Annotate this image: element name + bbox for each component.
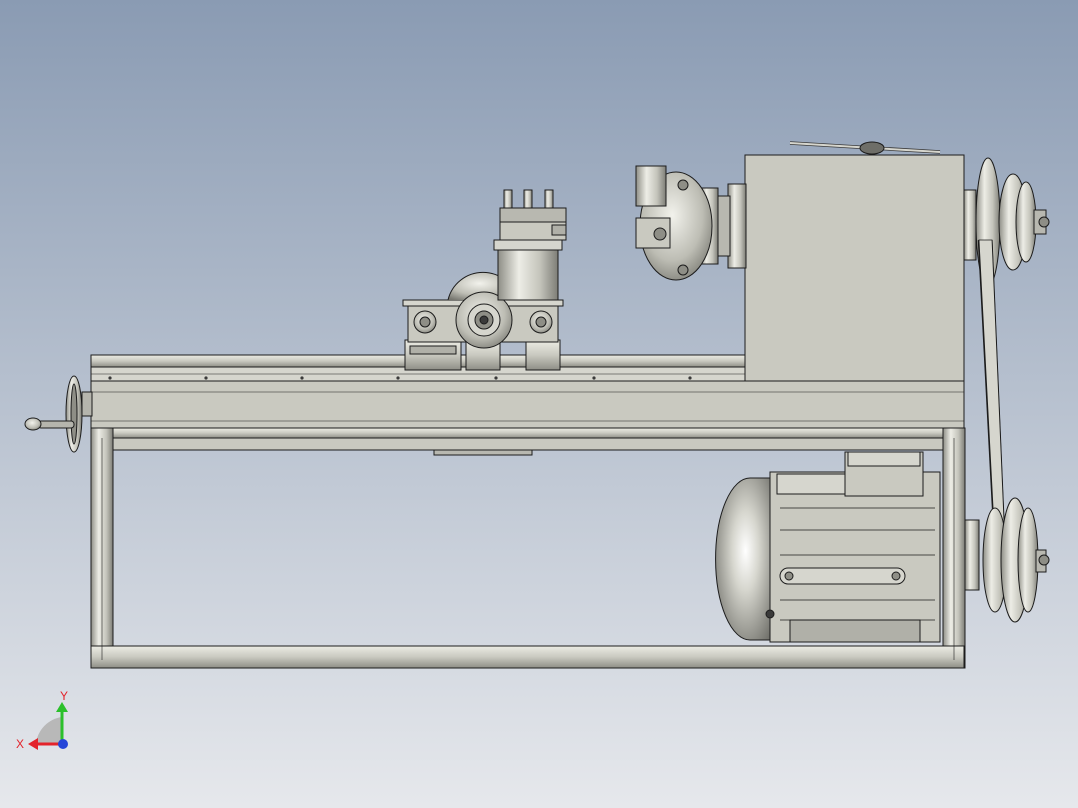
electric-motor[interactable] [715, 451, 941, 643]
headstock[interactable] [715, 141, 977, 382]
x-axis-label: X [16, 737, 24, 751]
y-axis-label: Y [60, 689, 68, 703]
z-axis-dot [58, 739, 68, 749]
lathe-model-view[interactable]: Y X [0, 0, 1078, 808]
cad-viewport[interactable]: Y X [0, 0, 1078, 808]
